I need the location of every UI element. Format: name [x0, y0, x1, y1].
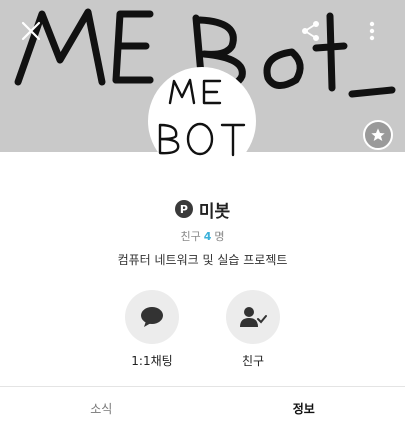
friends-suffix: 명: [214, 230, 225, 243]
favorite-button[interactable]: [363, 120, 393, 150]
friends-prefix: 친구: [180, 230, 201, 243]
chat-bubble-icon: [141, 307, 163, 327]
friend-check-icon: [240, 307, 267, 327]
close-icon: [21, 21, 41, 41]
profile-avatar[interactable]: [148, 67, 256, 175]
friend-action-label: 친구: [241, 354, 265, 368]
profile-name-row: P 미봇: [0, 196, 405, 222]
plus-friend-badge-icon: P: [174, 200, 193, 218]
tab-info[interactable]: 정보: [203, 387, 405, 430]
chat-action-circle[interactable]: [125, 290, 179, 344]
friend-action-button[interactable]: 친구: [218, 290, 288, 369]
chat-action-button[interactable]: 1:1채팅: [117, 290, 187, 369]
profile-tabs: 소식 정보: [0, 387, 405, 430]
tab-news[interactable]: 소식: [0, 387, 203, 430]
share-button[interactable]: [296, 14, 326, 48]
more-options-button[interactable]: [360, 14, 384, 48]
friends-count: 4: [203, 229, 212, 243]
more-vertical-icon: [369, 21, 375, 41]
friend-action-circle[interactable]: [226, 290, 280, 344]
star-icon: [371, 128, 385, 141]
profile-name: 미봇: [198, 201, 231, 222]
share-icon: [302, 21, 319, 41]
close-button[interactable]: [14, 14, 48, 48]
chat-action-label: 1:1채팅: [131, 354, 173, 368]
friends-count-row: 친구 4 명: [0, 228, 405, 244]
avatar-handwriting: [158, 78, 246, 157]
profile-description: 컴퓨터 네트워크 및 실습 프로젝트: [117, 253, 288, 267]
